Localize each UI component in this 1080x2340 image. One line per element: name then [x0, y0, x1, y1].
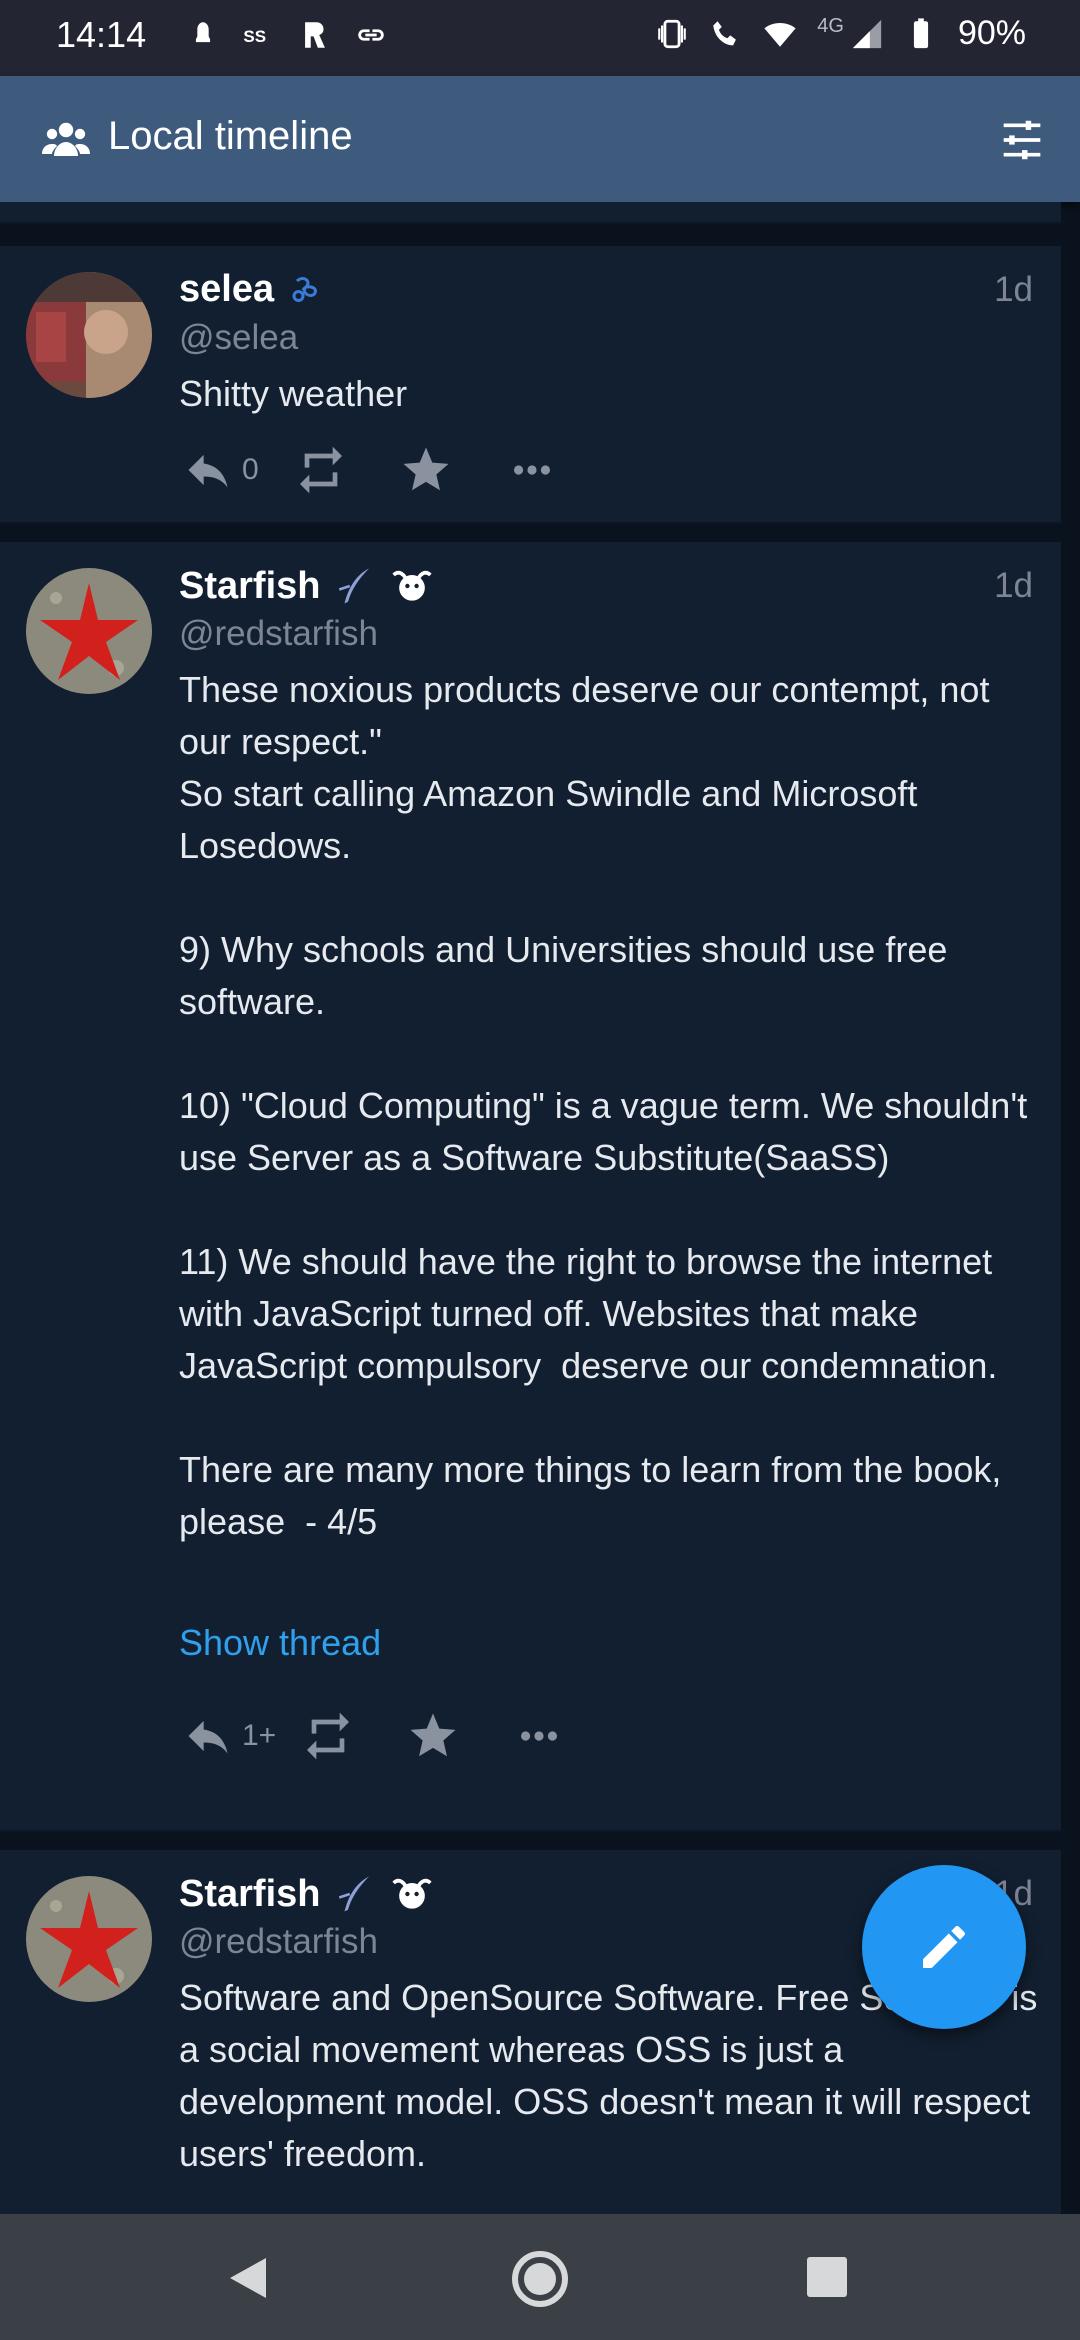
- post-handle: @redstarfish: [179, 614, 378, 653]
- boost-icon: [307, 1712, 350, 1760]
- favourite-button[interactable]: [399, 443, 453, 497]
- post-time: 1d: [994, 270, 1033, 309]
- boost-button[interactable]: [293, 442, 349, 498]
- reply-button[interactable]: 0: [182, 444, 259, 496]
- wifi-icon: [764, 22, 796, 47]
- battery-level: 90%: [957, 14, 1026, 52]
- wifi-call-icon: [713, 20, 737, 45]
- gnu-badge-icon: [392, 570, 433, 601]
- post-partial: [0, 202, 1061, 224]
- gnu-badge-icon: [392, 1878, 433, 1909]
- status-left-icons: SS: [186, 18, 388, 52]
- filter-settings-icon[interactable]: [1000, 118, 1044, 162]
- post-content: These noxious products deserve our conte…: [179, 669, 1028, 1542]
- page-title: Local timeline: [108, 114, 353, 158]
- svg-text:SS: SS: [243, 27, 266, 46]
- status-bar: 14:14 SS 4G 90%: [0, 0, 1080, 76]
- network-label: 4G: [817, 15, 844, 37]
- more-icon: [513, 465, 550, 475]
- more-icon: [521, 1731, 558, 1741]
- post-actions: 0: [182, 442, 555, 498]
- post-actions: 1+: [182, 1708, 562, 1764]
- back-icon[interactable]: [226, 2254, 270, 2302]
- favourite-button[interactable]: [406, 1709, 460, 1763]
- ss-icon: SS: [243, 27, 266, 46]
- star-icon: [410, 1713, 456, 1757]
- more-button[interactable]: [516, 1713, 562, 1759]
- app-bar: Local timeline: [0, 76, 1080, 202]
- avatar-image: [26, 568, 152, 694]
- post-time: 1d: [994, 566, 1033, 605]
- compose-button[interactable]: [862, 1865, 1026, 2029]
- emoji-badge-icon: [292, 276, 318, 302]
- boost-icon: [299, 446, 342, 494]
- battery-icon: [913, 17, 929, 48]
- post-author[interactable]: selea: [179, 268, 324, 311]
- reply-icon: [188, 1720, 228, 1754]
- avatar[interactable]: [26, 1876, 152, 2002]
- more-button[interactable]: [509, 447, 555, 493]
- post-handle: @redstarfish: [179, 1922, 378, 1961]
- star-icon: [403, 447, 449, 491]
- display-name: Starfish: [179, 1872, 321, 1915]
- reply-count: 1+: [242, 1719, 277, 1752]
- post-author[interactable]: Starfish: [179, 1872, 434, 1916]
- home-icon[interactable]: [510, 2249, 570, 2309]
- pencil-icon: [923, 1925, 965, 1968]
- reply-button[interactable]: 1+: [182, 1710, 276, 1762]
- app-icon: [305, 22, 325, 48]
- notification-icon: [195, 22, 211, 43]
- group-icon: [42, 122, 90, 156]
- system-nav-bar: [0, 2214, 1080, 2340]
- reply-count: 0: [242, 453, 259, 486]
- feather-badge-icon: [339, 568, 370, 604]
- post-content: Shitty weather: [179, 373, 408, 414]
- display-name: selea: [179, 268, 275, 310]
- feather-badge-icon: [339, 1876, 370, 1912]
- avatar-image: [26, 272, 152, 398]
- vibrate-icon: [658, 19, 687, 48]
- signal-icon: [852, 19, 882, 48]
- post-handle: @selea: [179, 318, 299, 357]
- show-thread-link[interactable]: Show thread: [179, 1622, 381, 1664]
- post-author[interactable]: Starfish: [179, 564, 434, 608]
- reply-icon: [188, 454, 228, 488]
- post-card[interactable]: selea @selea 1d Shitty weather 0: [0, 246, 1061, 524]
- status-time: 14:14: [56, 14, 147, 55]
- display-name: Starfish: [179, 564, 321, 607]
- avatar[interactable]: [26, 568, 152, 694]
- link-icon: [358, 29, 384, 41]
- post-card[interactable]: Starfish @redstarfish 1d These noxious p…: [0, 542, 1061, 1832]
- boost-button[interactable]: [300, 1708, 356, 1764]
- recents-icon[interactable]: [807, 2257, 847, 2297]
- avatar-image: [26, 1876, 152, 2002]
- status-right-icons: 4G 90%: [655, 14, 1026, 53]
- avatar[interactable]: [26, 272, 152, 398]
